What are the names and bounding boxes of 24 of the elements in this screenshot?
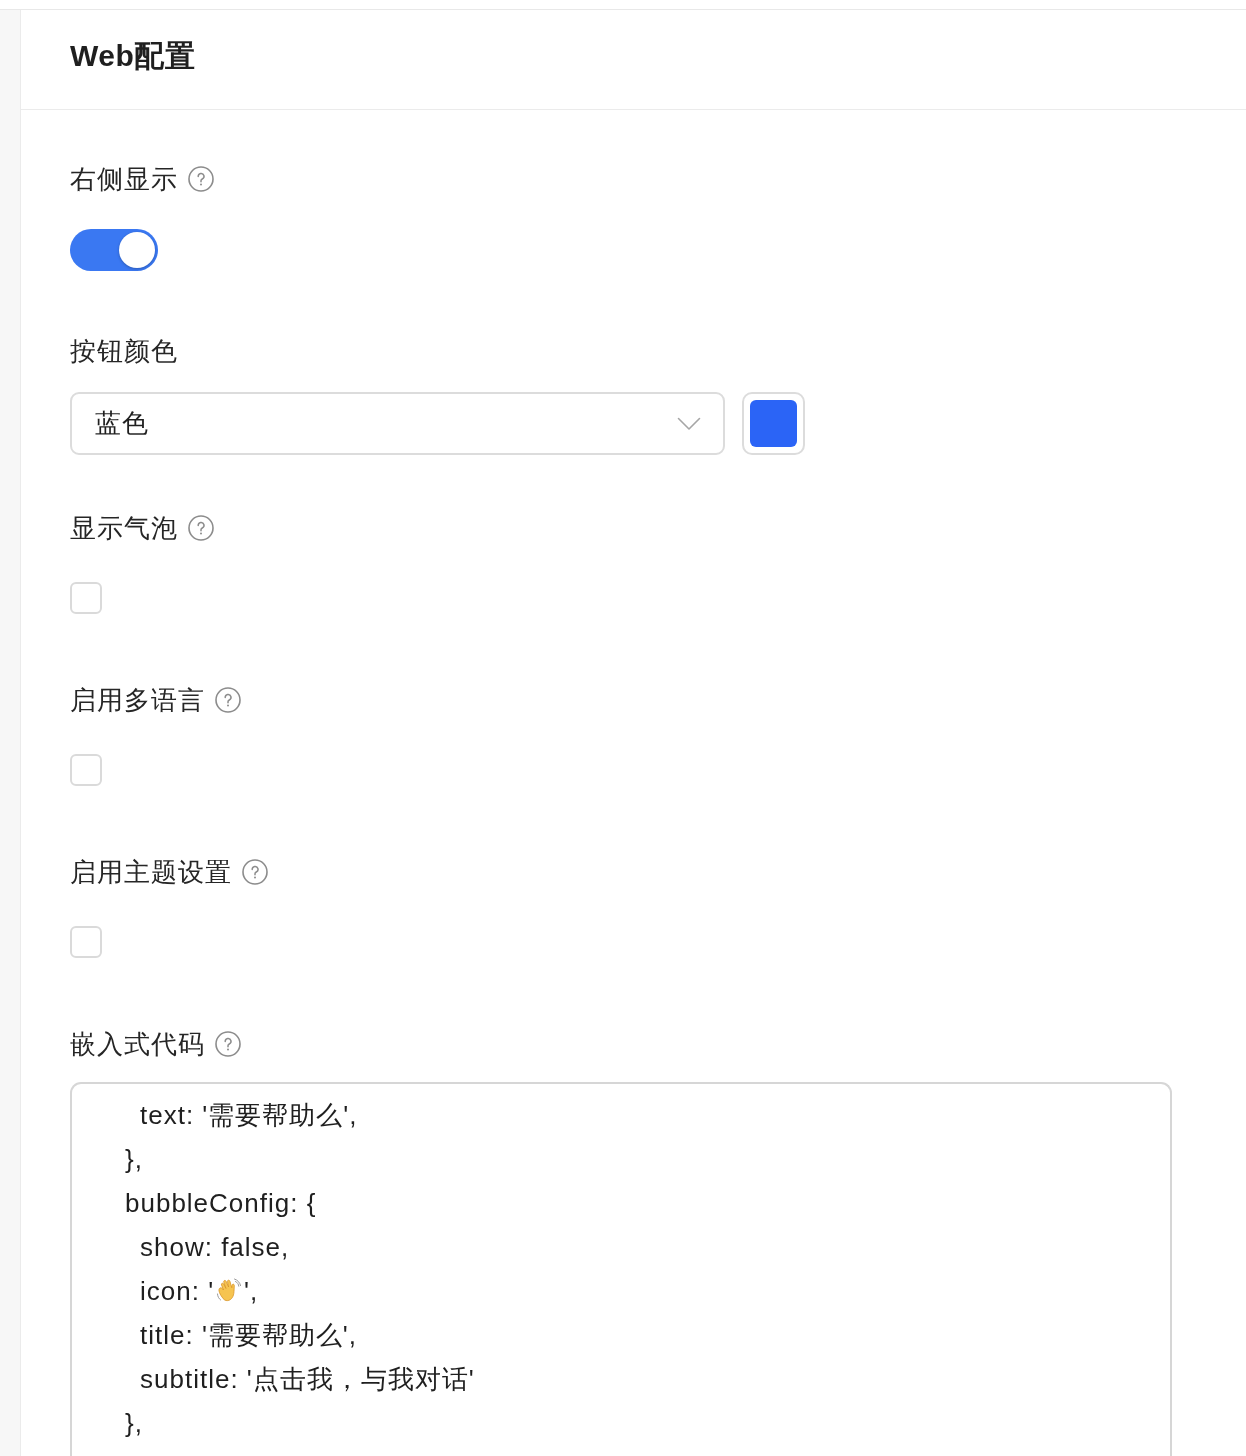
- field-label: 嵌入式代码: [70, 1028, 205, 1061]
- color-select[interactable]: 蓝色: [70, 392, 725, 455]
- field-label: 按钮颜色: [70, 335, 178, 368]
- code-editor[interactable]: text: '需要帮助么', }, bubbleConfig: { show: false, icon: ' ', title: '需要帮助么', subtitle: '点击我，与我对话' },: [70, 1082, 1172, 1456]
- checkbox[interactable]: [70, 582, 102, 614]
- page-title: Web配置: [70, 38, 196, 74]
- code-line: bubbleConfig: {: [125, 1187, 317, 1220]
- toggle-switch[interactable]: [70, 229, 158, 271]
- field-label: 启用主题设置: [70, 856, 232, 889]
- color-picker-button[interactable]: [742, 392, 805, 455]
- checkbox[interactable]: [70, 926, 102, 958]
- field-label: 启用多语言: [70, 684, 205, 717]
- chevron-down-icon: [677, 416, 701, 431]
- code-line: show: false,: [140, 1231, 290, 1264]
- code-line: text: '需要帮助么',: [140, 1099, 358, 1132]
- code-line: title: '需要帮助么',: [140, 1319, 358, 1352]
- code-text: icon: ': [140, 1275, 215, 1308]
- code-line: subtitle: '点击我，与我对话': [140, 1363, 475, 1396]
- code-line: },: [125, 1143, 143, 1176]
- code-text: ',: [244, 1275, 259, 1308]
- field-label: 显示气泡: [70, 512, 178, 545]
- checkbox[interactable]: [70, 754, 102, 786]
- field-label: 右侧显示: [70, 163, 178, 196]
- code-line: },: [125, 1407, 143, 1440]
